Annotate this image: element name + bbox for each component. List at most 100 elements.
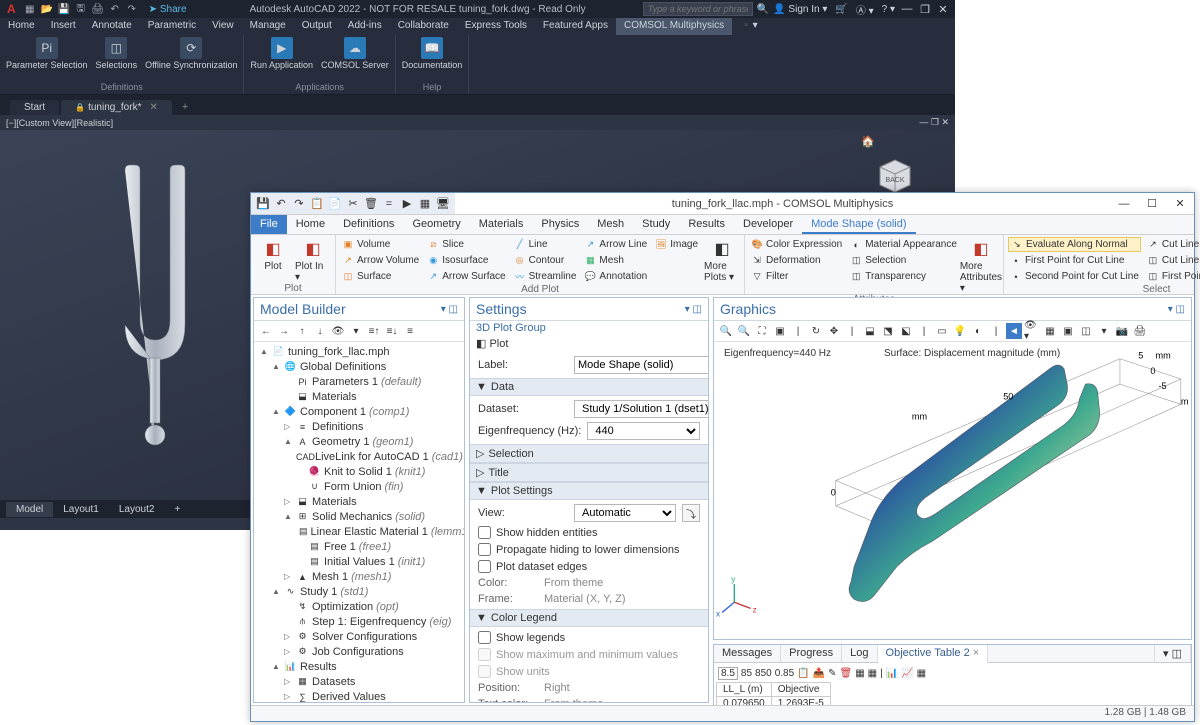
num-icon[interactable]: 0.85 <box>775 668 794 679</box>
desktop-icon[interactable]: 🖥 <box>435 196 451 212</box>
light-icon[interactable]: 💡 <box>952 323 968 339</box>
plot-in-button[interactable]: ◧Plot In ▾ <box>295 237 331 283</box>
grid-icon[interactable]: ▦ <box>23 2 37 16</box>
build-icon[interactable]: ▶ <box>399 196 415 212</box>
plot-edges-checkbox[interactable] <box>478 560 491 573</box>
expand-icon[interactable]: ≡↓ <box>384 323 400 339</box>
tree-node[interactable]: ▲⊞Solid Mechanics (solid) <box>256 509 462 524</box>
menu-comsol[interactable]: COMSOL Multiphysics <box>616 18 732 35</box>
acad-search-input[interactable] <box>643 2 753 16</box>
tree-node[interactable]: ▷▦Datasets <box>256 674 462 689</box>
first-point-cut-button[interactable]: •First Point for Cut Line <box>1008 253 1141 268</box>
num-icon[interactable]: 850 <box>755 668 772 679</box>
tree-node[interactable]: PiParameters 1 (default) <box>256 374 462 389</box>
tab-log[interactable]: Log <box>842 645 877 662</box>
deformation-button[interactable]: ⇲Deformation <box>749 253 844 268</box>
show-hidden-checkbox[interactable] <box>478 526 491 539</box>
selections-button[interactable]: ◫Selections <box>96 37 138 70</box>
tab-close-icon[interactable]: ✕ <box>149 102 157 113</box>
tab-add-icon[interactable]: + <box>164 502 190 517</box>
menu-output[interactable]: Output <box>294 18 340 35</box>
redo-icon[interactable]: ↷ <box>291 196 307 212</box>
maximize-icon[interactable]: ☐ <box>1138 193 1166 215</box>
param-selection-button[interactable]: PiParameter Selection <box>6 37 88 70</box>
tree-node[interactable]: ▲∿Study 1 (std1) <box>256 584 462 599</box>
tree-node[interactable]: ▷⬓Materials <box>256 494 462 509</box>
view-xy-icon[interactable]: ⬓ <box>862 323 878 339</box>
section-data[interactable]: ▼Data <box>470 378 708 396</box>
search-icon[interactable]: 🔍 <box>757 4 769 15</box>
tree-node[interactable]: ▲🔷Component 1 (comp1) <box>256 404 462 419</box>
menu-insert[interactable]: Insert <box>43 18 84 35</box>
tab-tuning-fork[interactable]: 🔒tuning_fork*✕ <box>61 100 172 115</box>
app-icon[interactable]: Ⓐ ▾ <box>856 2 874 17</box>
run-app-button[interactable]: ▶Run Application <box>250 37 313 70</box>
model-tree[interactable]: ▲📄tuning_fork_llac.mph▲🌐Global Definitio… <box>254 342 464 702</box>
menu-definitions[interactable]: Definitions <box>334 215 403 234</box>
menu-file[interactable]: File <box>251 215 287 234</box>
menu-collaborate[interactable]: Collaborate <box>390 18 457 35</box>
tree-node[interactable]: ▤Initial Values 1 (init1) <box>256 554 462 569</box>
close-icon[interactable]: ✕ <box>935 3 951 16</box>
plot-action-button[interactable]: ◧ Plot <box>476 338 508 350</box>
offline-sync-button[interactable]: ⟳Offline Synchronization <box>145 37 237 70</box>
vp-restore-icon[interactable]: ❐ <box>931 117 939 127</box>
plot-icon[interactable]: 📈 <box>901 668 913 679</box>
streamline-button[interactable]: 〰Streamline <box>512 269 579 284</box>
section-title[interactable]: ▷Title <box>470 463 708 482</box>
tree-node[interactable]: ↯Optimization (opt) <box>256 599 462 614</box>
pane-menu-icon[interactable]: ▾ ◫ <box>1168 304 1185 315</box>
tree-node[interactable]: ▤Linear Elastic Material 1 (lemm1) <box>256 524 462 539</box>
line-button[interactable]: ╱Line <box>512 237 579 252</box>
tab-messages[interactable]: Messages <box>714 645 781 662</box>
undo-icon[interactable]: ↶ <box>108 2 122 16</box>
tree-node[interactable]: ▷▲Mesh 1 (mesh1) <box>256 569 462 584</box>
saveas-icon[interactable]: 🖫 <box>74 2 88 16</box>
minimize-icon[interactable]: — <box>1110 193 1138 215</box>
pane-menu-icon[interactable]: ▾ ◫ <box>1155 645 1191 662</box>
menu-overflow[interactable]: ▪️▾ <box>732 18 765 35</box>
viewport-label[interactable]: [−][Custom View][Realistic] <box>6 118 113 128</box>
zoom-extents-icon[interactable]: ⛶ <box>754 323 770 339</box>
tab-close-icon[interactable]: × <box>973 647 979 659</box>
tree-node[interactable]: ▤Free 1 (free1) <box>256 539 462 554</box>
tree-node[interactable]: ▷∑Derived Values <box>256 689 462 702</box>
tree-node[interactable]: ▷⚙Job Configurations <box>256 644 462 659</box>
show-hide-icon[interactable]: 👁▾ <box>1024 323 1040 339</box>
tree-node[interactable]: ⫛Step 1: Eigenfrequency (eig) <box>256 614 462 629</box>
menu-view[interactable]: View <box>204 18 242 35</box>
snapshot-icon[interactable]: 📷 <box>1114 323 1130 339</box>
arrow-volume-button[interactable]: ↗Arrow Volume <box>340 253 421 268</box>
isosurface-button[interactable]: ◉Isosurface <box>425 253 507 268</box>
menu-addins[interactable]: Add-ins <box>340 18 390 35</box>
menu-geometry[interactable]: Geometry <box>403 215 469 234</box>
annotation-button[interactable]: 💬Annotation <box>582 269 649 284</box>
vp-minimize-icon[interactable]: — <box>919 117 928 127</box>
section-selection[interactable]: ▷Selection <box>470 444 708 463</box>
menu-annotate[interactable]: Annotate <box>84 18 140 35</box>
menu-study[interactable]: Study <box>633 215 679 234</box>
second-point-cut-button[interactable]: •Second Point for Cut Line <box>1008 269 1141 284</box>
tab-objective-table[interactable]: Objective Table 2 × <box>878 645 989 663</box>
menu-express[interactable]: Express Tools <box>457 18 535 35</box>
viewcube[interactable]: BACK <box>875 155 915 195</box>
precision-field[interactable]: 8.5 <box>718 667 738 680</box>
section-color-legend[interactable]: ▼Color Legend <box>470 609 708 627</box>
view-select[interactable]: Automatic <box>574 504 676 522</box>
tab-model[interactable]: Model <box>6 502 53 517</box>
num-icon[interactable]: 85 <box>741 668 752 679</box>
undo-icon[interactable]: ↶ <box>273 196 289 212</box>
show-icon[interactable]: 👁 <box>330 323 346 339</box>
section-plot-settings[interactable]: ▼Plot Settings <box>470 482 708 500</box>
contour-button[interactable]: ◎Contour <box>512 253 579 268</box>
compute-icon[interactable]: = <box>381 196 397 212</box>
signin-button[interactable]: 👤 Sign In ▾ <box>773 4 827 15</box>
save-icon[interactable]: 💾 <box>57 2 71 16</box>
comsol-server-button[interactable]: ☁COMSOL Server <box>321 37 389 70</box>
select-icon[interactable]: ▭ <box>934 323 950 339</box>
menu-parametric[interactable]: Parametric <box>140 18 204 35</box>
menu-featured[interactable]: Featured Apps <box>535 18 616 35</box>
menu-mode-shape[interactable]: Mode Shape (solid) <box>802 215 915 234</box>
cut-icon[interactable]: ✂ <box>345 196 361 212</box>
show-legends-checkbox[interactable] <box>478 631 491 644</box>
